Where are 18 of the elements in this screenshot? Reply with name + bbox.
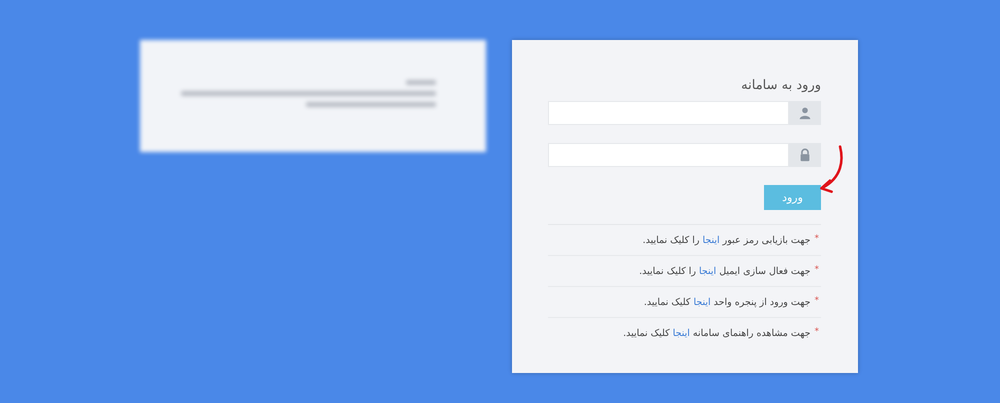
bullet-mark: *: [814, 234, 819, 244]
here-link[interactable]: اینجا: [693, 296, 711, 308]
bullet-mark: *: [814, 296, 819, 306]
help-text: جهت بازیابی رمز عبور اینجا را کلیک نمایید.: [642, 234, 810, 246]
here-link[interactable]: اینجا: [699, 266, 716, 276]
help-text: جهت ورود از پنجره واحد اینجا کلیک نمایید.: [644, 296, 810, 308]
lock-icon: [789, 143, 821, 167]
here-link[interactable]: اینجا: [672, 328, 690, 338]
login-title: ورود به سامانه: [741, 78, 821, 93]
here-link[interactable]: اینجا: [702, 234, 720, 246]
bullet-mark: *: [814, 327, 819, 337]
bullet-mark: *: [814, 265, 819, 275]
user-icon: [789, 101, 821, 125]
help-text: جهت فعال سازی ایمیل اینجا را کلیک نمایید.: [639, 266, 810, 276]
help-text: جهت مشاهده راهنمای سامانه اینجا کلیک نمایید.: [623, 328, 810, 338]
password-field[interactable]: [548, 143, 789, 167]
username-field[interactable]: [548, 101, 789, 125]
login-button[interactable]: ورود: [764, 185, 821, 210]
